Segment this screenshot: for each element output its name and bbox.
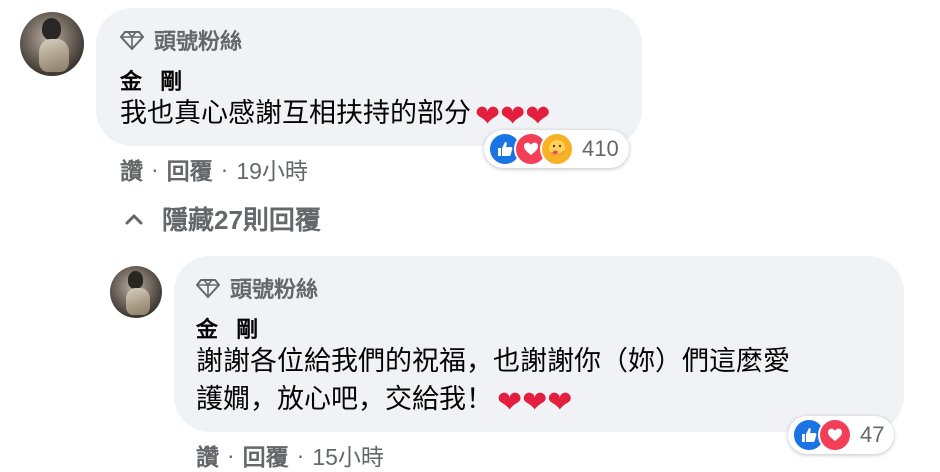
separator-dot: · <box>296 441 305 468</box>
reaction-summary[interactable]: 47 <box>788 416 895 454</box>
heart-icon: ❤ <box>525 100 551 133</box>
comment-line: 我也真心感謝互相扶持的部分 <box>120 98 471 128</box>
hide-replies-label: 隱藏27則回覆 <box>162 205 321 235</box>
like-button[interactable]: 讚 <box>120 152 143 186</box>
heart-icon: ❤ <box>475 100 501 133</box>
comment-actions: 讚 · 回覆 · 19小時 <box>120 152 308 186</box>
care-icon <box>540 132 574 166</box>
love-icon <box>818 418 852 452</box>
reaction-summary[interactable]: 410 <box>484 130 629 168</box>
timestamp[interactable]: 19小時 <box>236 152 308 186</box>
heart-icon: ❤ <box>497 386 523 419</box>
chevron-up-icon <box>125 214 143 224</box>
comment-text: 我也真心感謝互相扶持的部分 ❤ ❤ ❤ <box>120 94 550 132</box>
like-button[interactable]: 讚 <box>196 438 219 472</box>
separator-dot: · <box>220 155 229 182</box>
comment-author[interactable]: 金 剛 <box>196 312 264 344</box>
avatar[interactable] <box>110 266 162 318</box>
avatar[interactable] <box>20 12 84 76</box>
reaction-count: 410 <box>582 136 619 161</box>
reply-button[interactable]: 回覆 <box>167 152 213 186</box>
badge-label: 頭號粉絲 <box>230 277 319 302</box>
reaction-count: 47 <box>860 422 885 447</box>
heart-icon: ❤ <box>547 386 573 419</box>
diamond-icon <box>120 31 144 50</box>
heart-icon: ❤ <box>500 100 526 133</box>
comment-author[interactable]: 金 剛 <box>120 64 188 96</box>
separator-dot: · <box>227 441 235 468</box>
heart-icon: ❤ <box>522 386 548 419</box>
heart-emojis: ❤ ❤ ❤ <box>475 102 550 132</box>
comment-line: 護嫺，放心吧，交給我！ <box>196 384 493 414</box>
separator-dot: · <box>151 155 159 182</box>
reply-button[interactable]: 回覆 <box>243 438 289 472</box>
badge-label: 頭號粉絲 <box>154 29 243 54</box>
diamond-icon <box>196 279 220 298</box>
hide-replies-button[interactable]: 隱藏27則回覆 <box>124 200 321 237</box>
timestamp[interactable]: 15小時 <box>312 438 384 472</box>
comment-actions: 讚 · 回覆 · 15小時 <box>196 438 384 472</box>
comment-text: 謝謝各位給我們的祝福，也謝謝你（妳）們這麼愛 護嫺，放心吧，交給我！ ❤ ❤ ❤ <box>196 342 790 418</box>
top-fan-badge[interactable]: 頭號粉絲 <box>196 272 318 304</box>
heart-emojis: ❤ ❤ ❤ <box>497 388 572 418</box>
top-fan-badge[interactable]: 頭號粉絲 <box>120 24 242 56</box>
comment-line: 謝謝各位給我們的祝福，也謝謝你（妳）們這麼愛 <box>196 346 790 376</box>
